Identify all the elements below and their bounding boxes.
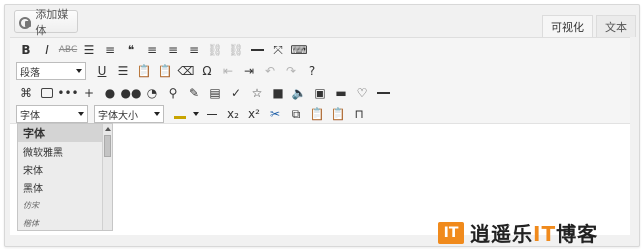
horizontal-rule-icon[interactable] <box>202 105 222 123</box>
subscript-icon[interactable]: x₂ <box>223 105 243 123</box>
highlight-color-icon[interactable] <box>170 105 190 123</box>
font-option-default[interactable]: 字体 <box>18 124 112 142</box>
paste-icon[interactable]: 📋 <box>307 105 327 123</box>
add-media-label: 添加媒体 <box>35 7 69 37</box>
format-select[interactable]: 段落 <box>16 62 86 80</box>
align-right-icon[interactable]: ≡ <box>184 41 204 59</box>
toolbar-row-3: ⌘ ••• + ● ●● ◔ ⚲ ✎ ▤ ✓ ☆ ■ 🔈 ▣ ▬ ♡ <box>16 83 394 103</box>
font-size-select[interactable]: 字体大小 <box>94 105 164 123</box>
cut-icon[interactable]: ✂ <box>265 105 285 123</box>
add-icon[interactable]: + <box>79 84 99 102</box>
copy-icon[interactable]: ⧉ <box>286 105 306 123</box>
location-pin-icon[interactable]: ⚲ <box>163 84 183 102</box>
dropdown-scrollbar[interactable] <box>102 124 112 230</box>
chevron-down-icon <box>78 112 84 116</box>
keyboard-icon[interactable]: ⌨ <box>289 41 309 59</box>
redo-icon[interactable]: ↷ <box>281 62 301 80</box>
link-icon[interactable]: ⛓ <box>205 41 225 59</box>
font-option-kaiti[interactable]: 楷体 <box>18 214 112 230</box>
justify-icon[interactable]: ☰ <box>113 62 133 80</box>
font-option-heiti[interactable]: 黑体 <box>18 178 112 196</box>
blockquote-icon[interactable]: ❝ <box>121 41 141 59</box>
font-option-yahei[interactable]: 微软雅黑 <box>18 142 112 160</box>
clear-format-icon[interactable]: ⌫ <box>176 62 196 80</box>
chevron-down-icon <box>76 69 82 73</box>
checkmark-icon[interactable]: ✓ <box>226 84 246 102</box>
code-icon[interactable]: ⌘ <box>16 84 36 102</box>
fullscreen-icon[interactable]: ⤧ <box>268 41 288 59</box>
bold-button[interactable]: B <box>16 41 36 59</box>
editor-toolbar: B I ABC ☰ ≡ ❝ ≡ ≡ ≡ ⛓ ⛓ ⤧ ⌨ 段落 U ☰ 📋 📋 ⌫… <box>10 37 630 123</box>
superscript-icon[interactable]: x² <box>244 105 264 123</box>
read-more-icon[interactable] <box>247 41 267 59</box>
site-watermark: IT 逍遥乐IT博客 <box>438 218 598 247</box>
paste-special-icon[interactable]: 📋 <box>328 105 348 123</box>
tab-visual[interactable]: 可视化 <box>542 15 593 37</box>
watermark-text-highlight: IT <box>533 222 557 246</box>
chevron-down-icon <box>154 112 160 116</box>
unlink-icon[interactable]: ⛓ <box>226 41 246 59</box>
underline-icon[interactable]: U <box>92 62 112 80</box>
font-family-dropdown: 字体 微软雅黑 宋体 黑体 仿宋 楷体 <box>17 123 113 231</box>
color-dropdown-icon[interactable] <box>191 105 201 123</box>
toolbar-row-4: 字体 字体大小 x₂ x² ✂ ⧉ 📋 📋 ⊓ <box>16 104 370 124</box>
image-icon[interactable]: ▣ <box>310 84 330 102</box>
font-family-select-value: 字体 <box>20 110 40 122</box>
pencil-icon[interactable]: ✎ <box>184 84 204 102</box>
box-icon[interactable] <box>37 84 57 102</box>
media-icon <box>19 16 32 29</box>
indent-icon[interactable]: ⇥ <box>239 62 259 80</box>
video-icon[interactable]: ■ <box>268 84 288 102</box>
add-media-button[interactable]: 添加媒体 <box>14 8 78 37</box>
format-select-value: 段落 <box>20 67 40 79</box>
user-icon[interactable]: ● <box>100 84 120 102</box>
align-center-icon[interactable]: ≡ <box>163 41 183 59</box>
paste-word-icon[interactable]: 📋 <box>155 62 175 80</box>
font-family-select[interactable]: 字体 <box>16 105 88 123</box>
help-icon[interactable]: ? <box>302 62 322 80</box>
users-icon[interactable]: ●● <box>121 84 142 102</box>
strikethrough-button[interactable]: ABC <box>58 41 78 59</box>
scroll-up-icon[interactable] <box>105 127 111 131</box>
font-option-songti[interactable]: 宋体 <box>18 160 112 178</box>
watermark-text-after: 博客 <box>556 222 599 246</box>
outdent-icon[interactable]: ⇤ <box>218 62 238 80</box>
toolbar-row-2: 段落 U ☰ 📋 📋 ⌫ Ω ⇤ ⇥ ↶ ↷ ? <box>16 61 323 81</box>
undo-icon[interactable]: ↶ <box>260 62 280 80</box>
scroll-thumb[interactable] <box>104 135 111 157</box>
editor-tabs: 可视化 文本 <box>542 15 636 37</box>
font-size-select-value: 字体大小 <box>98 110 138 122</box>
italic-button[interactable]: I <box>37 41 57 59</box>
horizontal-line-icon[interactable] <box>373 84 393 102</box>
toolbar-row-1: B I ABC ☰ ≡ ❝ ≡ ≡ ≡ ⛓ ⛓ ⤧ ⌨ <box>16 40 310 60</box>
document-icon[interactable]: ▤ <box>205 84 225 102</box>
page-break-icon[interactable]: ⊓ <box>349 105 369 123</box>
rss-icon[interactable]: ◔ <box>142 84 162 102</box>
watermark-text: 逍遥乐IT博客 <box>470 218 598 247</box>
font-option-fangsong[interactable]: 仿宋 <box>18 196 112 214</box>
star-icon[interactable]: ☆ <box>247 84 267 102</box>
more-icon[interactable]: ••• <box>57 84 78 102</box>
bullet-list-icon[interactable]: ☰ <box>79 41 99 59</box>
numbered-list-icon[interactable]: ≡ <box>100 41 120 59</box>
watermark-text-before: 逍遥乐 <box>470 222 533 246</box>
paste-text-icon[interactable]: 📋 <box>134 62 154 80</box>
watermark-logo: IT <box>438 221 464 244</box>
special-char-icon[interactable]: Ω <box>197 62 217 80</box>
tab-text[interactable]: 文本 <box>596 15 636 37</box>
heart-icon[interactable]: ♡ <box>352 84 372 102</box>
audio-icon[interactable]: 🔈 <box>289 84 309 102</box>
comment-icon[interactable]: ▬ <box>331 84 351 102</box>
align-left-icon[interactable]: ≡ <box>142 41 162 59</box>
